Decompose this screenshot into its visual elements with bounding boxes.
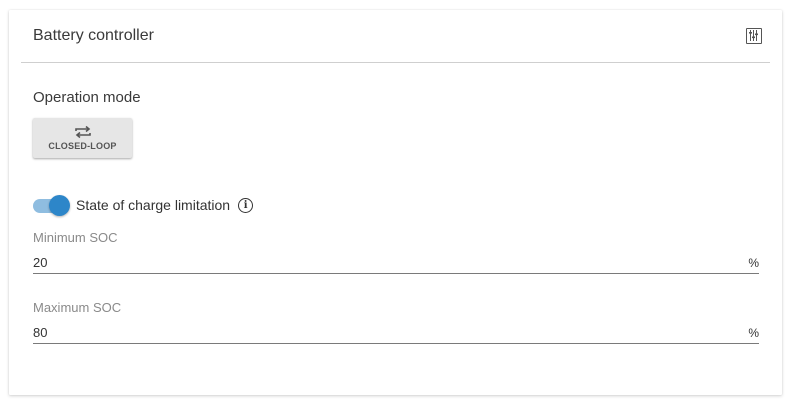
- maximum-soc-unit: %: [748, 325, 759, 340]
- operation-mode-label: Operation mode: [33, 89, 141, 106]
- sliders-icon[interactable]: [746, 28, 762, 44]
- maximum-soc-input[interactable]: [33, 322, 713, 343]
- info-icon[interactable]: i: [238, 197, 254, 213]
- soc-limitation-toggle[interactable]: [33, 194, 70, 216]
- minimum-soc-unit: %: [748, 255, 759, 270]
- soc-limitation-row: State of charge limitation i: [33, 194, 254, 216]
- maximum-soc-field: Maximum SOC %: [33, 300, 759, 344]
- closed-loop-label: CLOSED-LOOP: [48, 141, 117, 151]
- header-divider: [21, 62, 770, 63]
- soc-limitation-label: State of charge limitation: [76, 197, 231, 213]
- minimum-soc-input[interactable]: [33, 252, 713, 273]
- minimum-soc-input-row: %: [33, 252, 759, 274]
- battery-controller-card: Battery controller Operation mode CLOSED…: [9, 10, 782, 395]
- card-title: Battery controller: [33, 27, 154, 44]
- minimum-soc-label: Minimum SOC: [33, 230, 118, 245]
- repeat-icon: [74, 125, 91, 139]
- maximum-soc-label: Maximum SOC: [33, 300, 122, 315]
- toggle-thumb: [49, 195, 70, 216]
- maximum-soc-input-row: %: [33, 322, 759, 344]
- minimum-soc-field: Minimum SOC %: [33, 230, 759, 274]
- closed-loop-button[interactable]: CLOSED-LOOP: [33, 118, 132, 158]
